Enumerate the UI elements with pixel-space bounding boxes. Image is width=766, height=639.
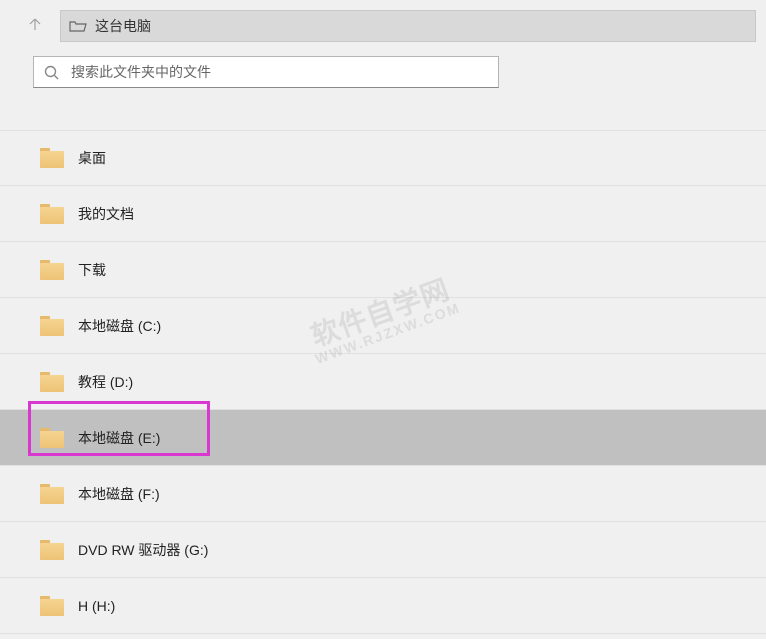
- file-label: 下载: [78, 260, 106, 280]
- folder-icon: [40, 428, 64, 448]
- file-label: DVD RW 驱动器 (G:): [78, 540, 208, 560]
- folder-icon: [40, 316, 64, 336]
- file-label: 本地磁盘 (F:): [78, 484, 160, 504]
- folder-icon: [40, 596, 64, 616]
- search-input[interactable]: [71, 64, 488, 80]
- file-label: 本地磁盘 (C:): [78, 316, 161, 336]
- file-label: 教程 (D:): [78, 372, 133, 392]
- file-item[interactable]: 本地磁盘 (C:): [0, 298, 766, 354]
- folder-open-icon: [69, 19, 87, 33]
- folder-icon: [40, 148, 64, 168]
- file-label: 我的文档: [78, 204, 134, 224]
- folder-icon: [40, 540, 64, 560]
- file-item[interactable]: 桌面: [0, 130, 766, 186]
- search-icon: [44, 65, 59, 80]
- file-item[interactable]: 本地磁盘 (E:): [0, 410, 766, 466]
- file-item[interactable]: DVD RW 驱动器 (G:): [0, 522, 766, 578]
- file-item[interactable]: H (H:): [0, 578, 766, 634]
- folder-icon: [40, 204, 64, 224]
- file-item[interactable]: 教程 (D:): [0, 354, 766, 410]
- file-label: 本地磁盘 (E:): [78, 428, 160, 448]
- folder-icon: [40, 484, 64, 504]
- search-box[interactable]: [33, 56, 499, 88]
- folder-icon: [40, 260, 64, 280]
- arrow-up-icon: [27, 16, 43, 37]
- file-list: 桌面我的文档下载本地磁盘 (C:) 教程 (D:) 本地磁盘 (E:) 本地磁盘 (F…: [0, 130, 766, 634]
- file-item[interactable]: 本地磁盘 (F:): [0, 466, 766, 522]
- file-item[interactable]: 我的文档: [0, 186, 766, 242]
- up-button[interactable]: [10, 10, 60, 42]
- address-bar[interactable]: 这台电脑: [60, 10, 756, 42]
- folder-icon: [40, 372, 64, 392]
- file-label: H (H:): [78, 598, 115, 614]
- file-label: 桌面: [78, 148, 106, 168]
- file-item[interactable]: 下载: [0, 242, 766, 298]
- address-text: 这台电脑: [95, 16, 151, 36]
